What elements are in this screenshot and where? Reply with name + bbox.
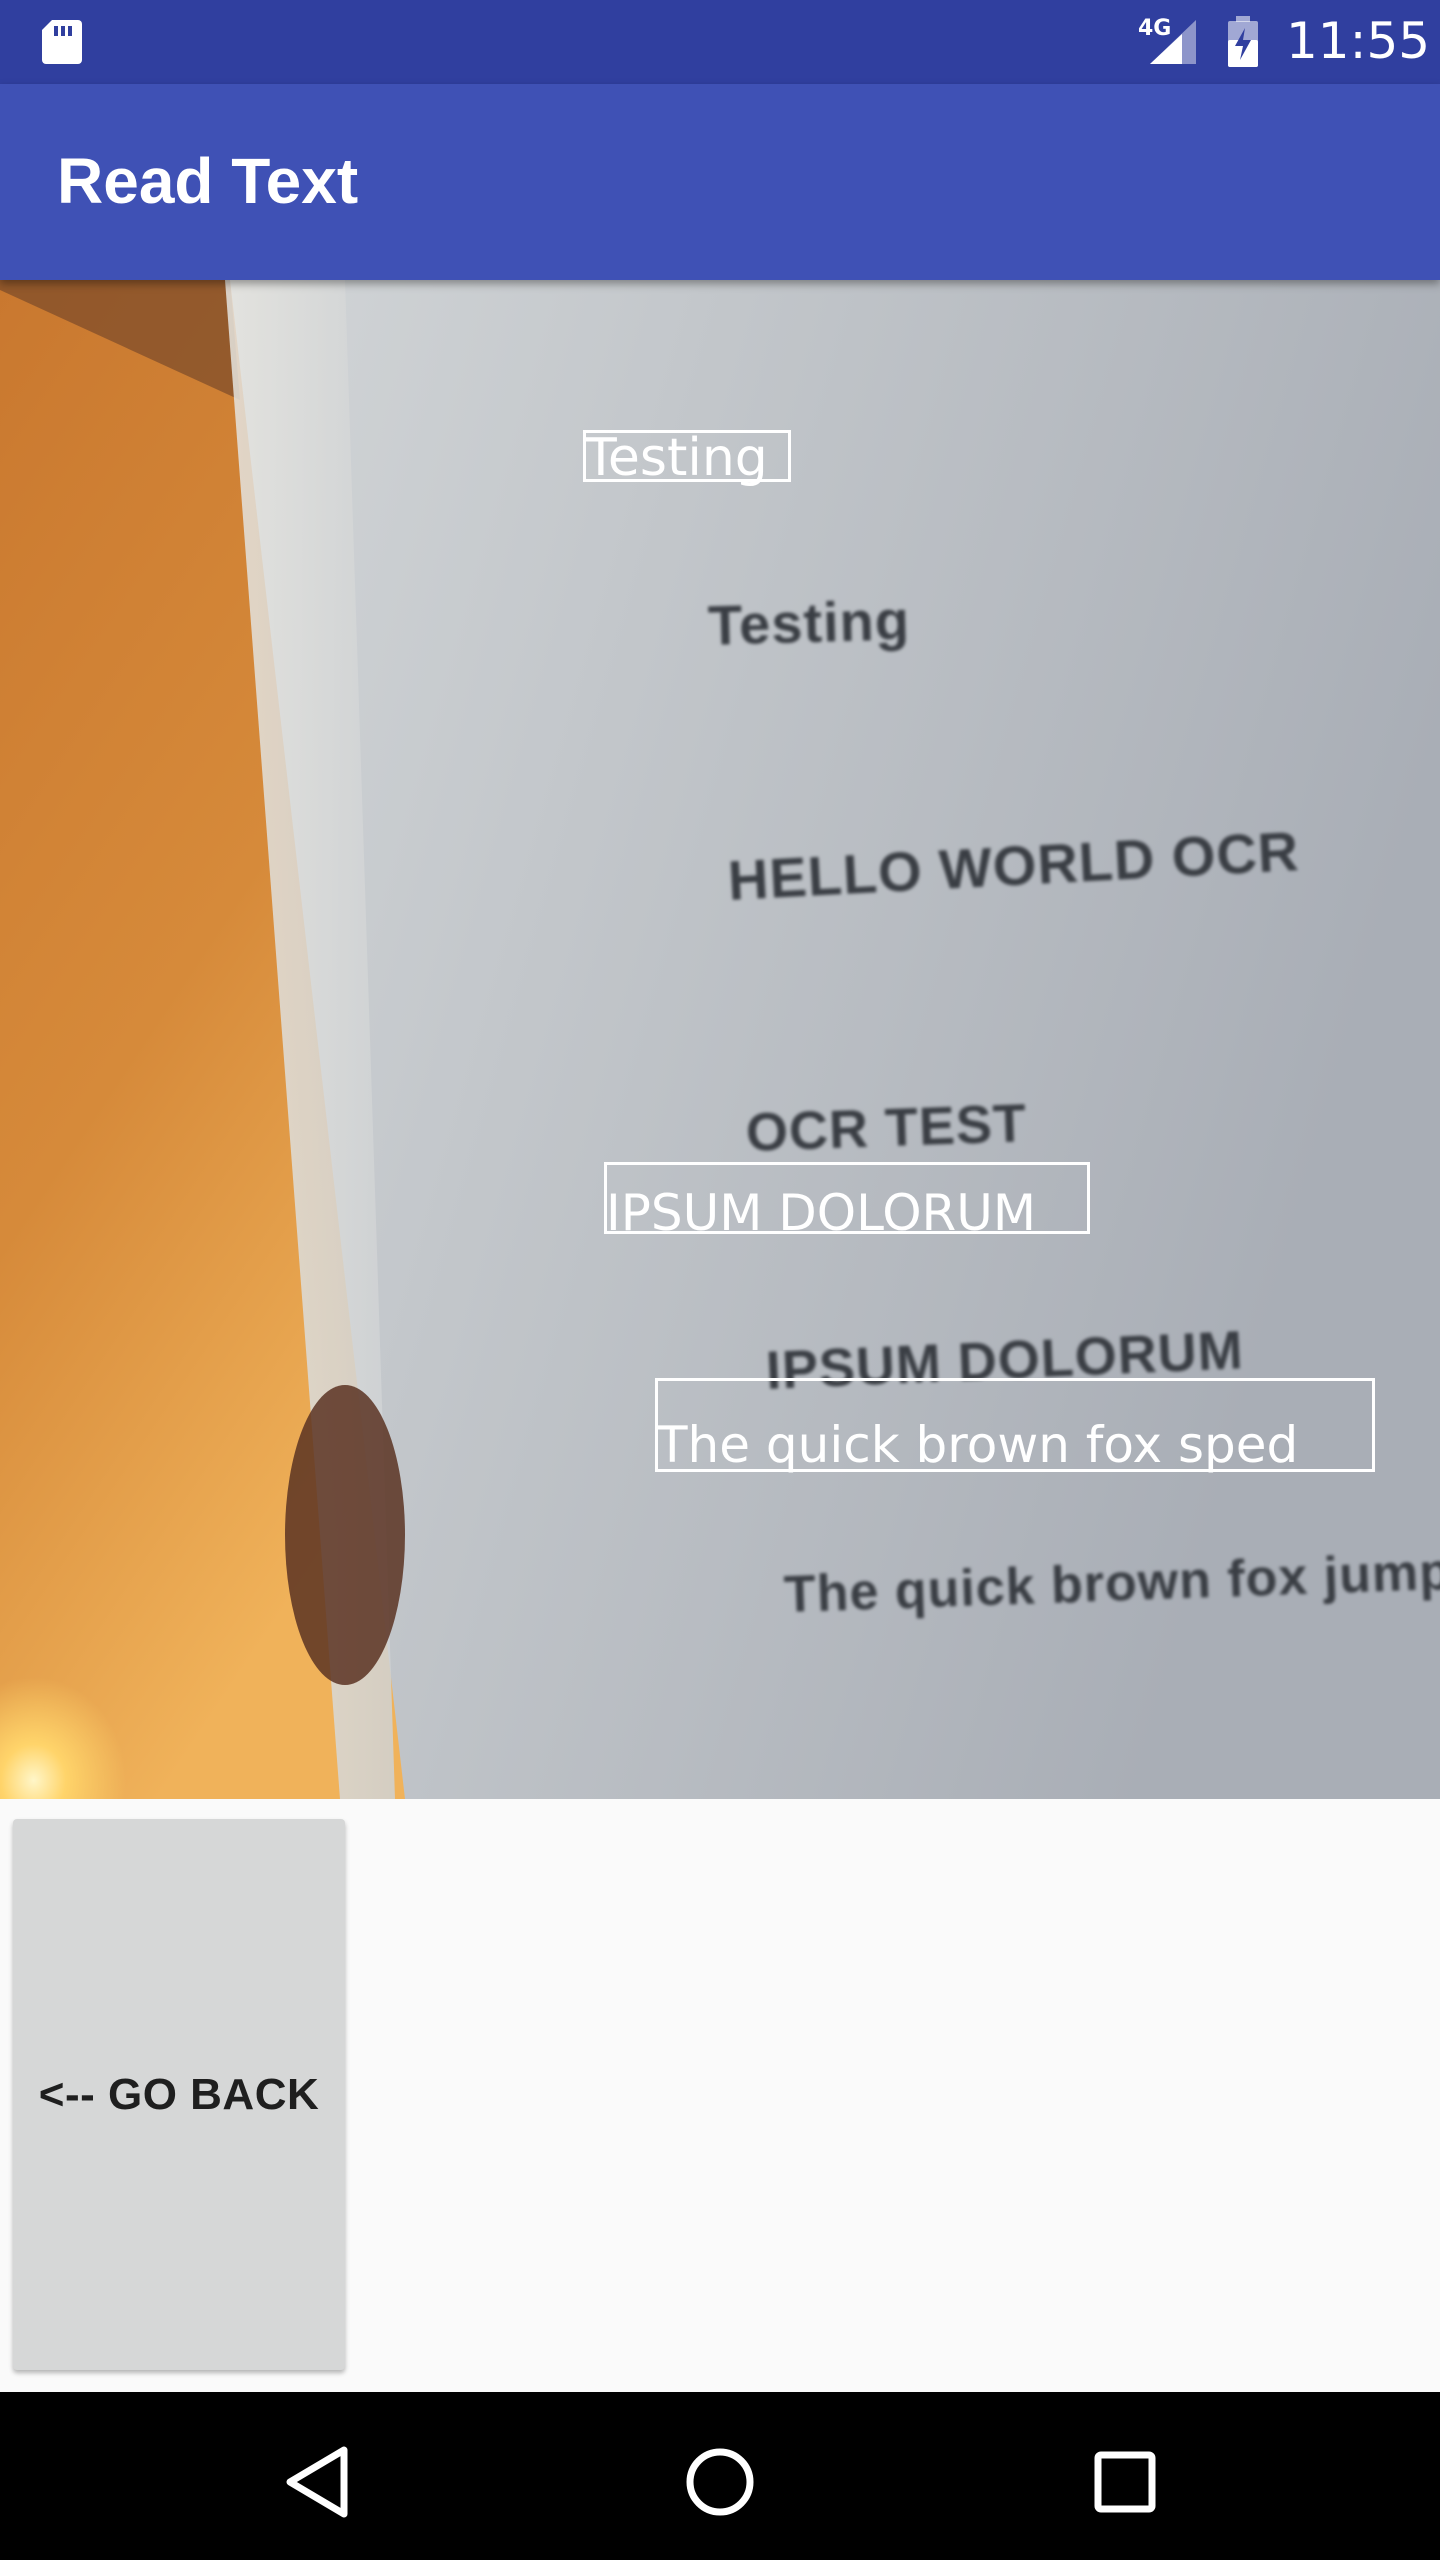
go-back-button[interactable]: <-- GO BACK xyxy=(13,1819,345,2370)
app-bar: Read Text xyxy=(0,84,1440,280)
system-nav-bar xyxy=(0,2392,1440,2560)
camera-preview: Testing HELLO WORLD OCR OCR TEST IPSUM D… xyxy=(0,280,1440,1799)
page-text-line: OCR TEST xyxy=(744,1093,1028,1163)
status-clock: 11:55 xyxy=(1286,12,1431,70)
back-icon[interactable] xyxy=(266,2432,366,2532)
cellular-signal-icon xyxy=(1150,20,1196,64)
sd-card-icon xyxy=(42,20,82,64)
page-text-line: Testing xyxy=(707,588,911,657)
page-title: Read Text xyxy=(57,145,359,217)
ocr-detection-label: The quick brown fox sped xyxy=(657,1416,1299,1474)
go-back-label: <-- GO BACK xyxy=(38,2069,320,2119)
battery-charging-icon xyxy=(1228,16,1258,67)
home-icon[interactable] xyxy=(670,2432,770,2532)
status-bar: 4G 11:55 xyxy=(0,0,1440,84)
ocr-detection-label: IPSUM DOLORUM xyxy=(606,1184,1037,1242)
recents-icon[interactable] xyxy=(1075,2432,1175,2532)
ocr-detection-label: Testing xyxy=(585,428,768,488)
